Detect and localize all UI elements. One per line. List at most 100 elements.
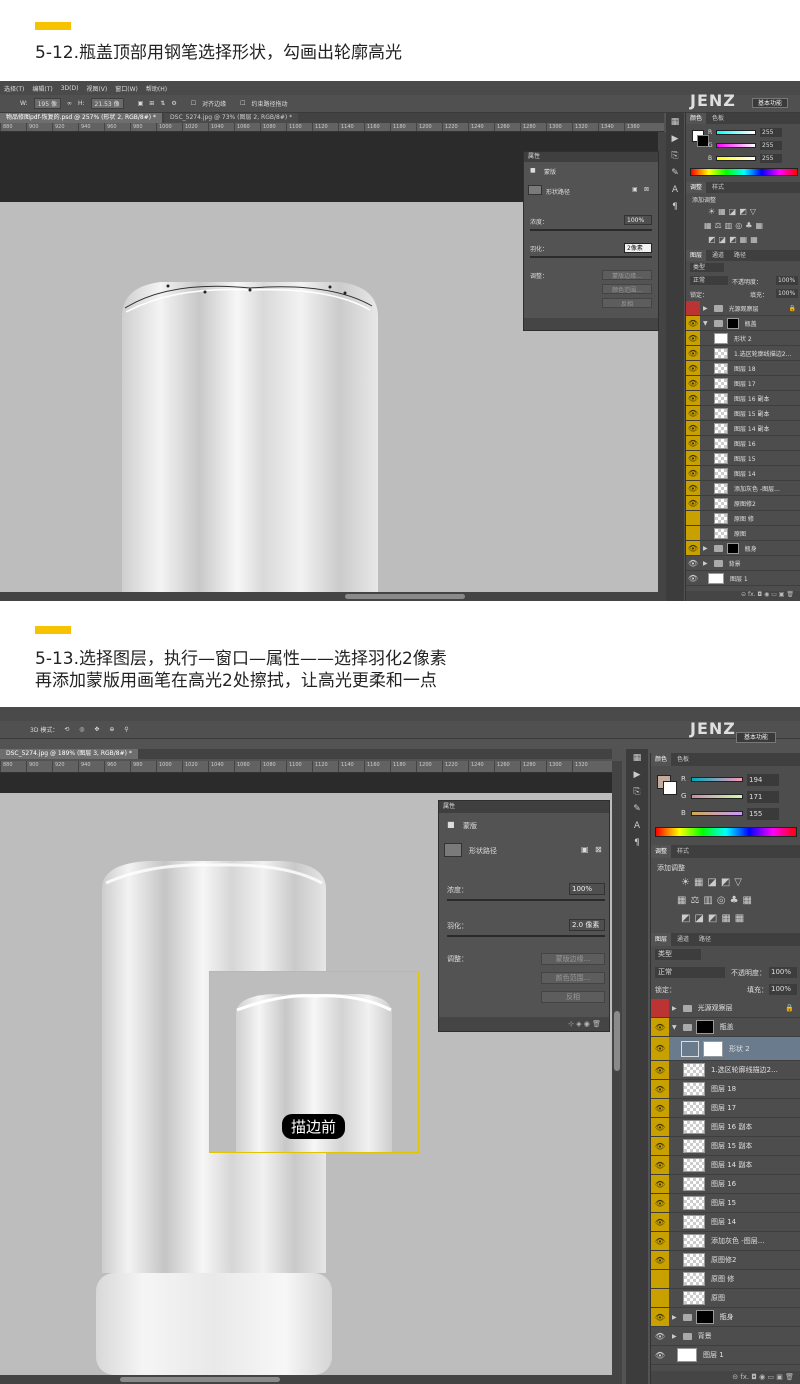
tab-layers[interactable]: 图层	[651, 933, 672, 946]
g-value[interactable]: 255	[760, 141, 782, 150]
eye-icon[interactable]: 👁	[651, 1137, 669, 1155]
b-slider[interactable]	[716, 156, 756, 161]
eye-icon[interactable]: 👁	[686, 406, 700, 420]
blend-mode-select[interactable]: 正常	[655, 967, 725, 978]
adjustment-icons-row-3[interactable]: ◩◪◩▦▦	[681, 913, 748, 924]
layer-row[interactable]: 👁 图层 16 副本	[651, 1118, 800, 1137]
eye-icon[interactable]: 👁	[651, 1213, 669, 1231]
eye-toggle-off[interactable]	[686, 511, 700, 525]
eye-icon[interactable]: 👁	[651, 1346, 669, 1364]
r-value[interactable]: 194	[747, 774, 779, 786]
eye-icon[interactable]: 👁	[686, 331, 700, 345]
align-edges-checkbox[interactable]: ☐	[191, 100, 196, 107]
g-slider[interactable]	[716, 143, 756, 148]
eye-icon[interactable]: 👁	[686, 481, 700, 495]
opacity-field[interactable]: 100%	[776, 276, 798, 285]
tab-channels[interactable]: 通道	[708, 250, 728, 261]
layer-row[interactable]: 👁 ▶ 背景	[651, 1327, 800, 1346]
color-panel-icon[interactable]: ▦	[632, 753, 643, 764]
g-value[interactable]: 171	[747, 791, 779, 803]
layer-row[interactable]: 👁 图层 18	[686, 361, 800, 376]
layer-row[interactable]: 👁 图层 16	[651, 1175, 800, 1194]
workspace-switcher[interactable]: 基本功能	[752, 98, 788, 108]
tab-channels[interactable]: 通道	[673, 933, 693, 946]
density-field[interactable]: 100%	[569, 883, 605, 895]
adjustment-icons-row-2[interactable]: ▦⚖▥◎♣▦	[704, 221, 766, 230]
mask-edge-button[interactable]: 蒙版边缘...	[541, 953, 605, 965]
eye-icon[interactable]: 👁	[686, 451, 700, 465]
vertical-scrollbar[interactable]	[612, 761, 622, 1375]
history-icon[interactable]: ⎘	[632, 787, 643, 798]
menu-item[interactable]: 编辑(T)	[32, 84, 52, 93]
workspace-switcher[interactable]: 基本功能	[736, 732, 776, 743]
invert-button[interactable]: 反相	[541, 991, 605, 1003]
tab-swatches[interactable]: 色板	[673, 753, 693, 766]
apply-mask-icon[interactable]: ⊠	[595, 845, 602, 854]
fill-field[interactable]: 100%	[769, 984, 797, 995]
visibility-toggle[interactable]	[651, 999, 669, 1017]
layer-row[interactable]: 👁 ▼ 瓶盖	[651, 1018, 800, 1037]
horizontal-scrollbar[interactable]	[0, 1375, 622, 1384]
eye-icon[interactable]: 👁	[686, 316, 700, 330]
b-slider[interactable]	[691, 811, 743, 816]
character-icon[interactable]: A	[670, 185, 681, 196]
path-ops-icon[interactable]: ▣	[138, 100, 144, 107]
feather-field[interactable]: 2.0 像素	[569, 919, 605, 931]
layer-row[interactable]: 原图	[651, 1289, 800, 1308]
layer-row[interactable]: 👁 原图修2	[651, 1251, 800, 1270]
document-tab[interactable]: 物品修图pdf-恢复的.psd @ 257% (形状 2, RGB/8#) *	[0, 113, 163, 123]
paragraph-icon[interactable]: ¶	[632, 838, 643, 849]
eye-icon[interactable]: 👁	[651, 1327, 669, 1345]
feather-field[interactable]: 2像素	[624, 243, 652, 253]
constrain-path-checkbox[interactable]: ☐	[240, 100, 245, 107]
eye-toggle-off[interactable]	[651, 1270, 669, 1288]
menu-item[interactable]: 3D(D)	[61, 85, 79, 92]
adjustment-icons-row-3[interactable]: ◩◪◩▦▦	[708, 235, 761, 244]
eye-icon[interactable]: 👁	[651, 1061, 669, 1079]
layer-row[interactable]: 👁 添加灰色 -图层...	[686, 481, 800, 496]
menu-item[interactable]: 选择(T)	[4, 84, 24, 93]
invert-button[interactable]: 反相	[602, 298, 652, 308]
density-slider[interactable]	[530, 229, 652, 231]
path-align-icon[interactable]: ⊞	[149, 100, 154, 107]
tab-adjustments[interactable]: 调整	[651, 845, 672, 858]
select-mask-icon[interactable]: ▣	[632, 186, 638, 193]
link-icon[interactable]: ∞	[67, 100, 72, 107]
layer-row[interactable]: 👁 图层 15 副本	[651, 1137, 800, 1156]
layer-row[interactable]: 👁 图层 16 副本	[686, 391, 800, 406]
tab-styles[interactable]: 样式	[708, 182, 728, 193]
tab-color[interactable]: 颜色	[651, 753, 672, 766]
eye-icon[interactable]: 👁	[651, 1118, 669, 1136]
layer-kind-filter[interactable]: 类型	[690, 263, 724, 272]
play-icon[interactable]: ▶	[632, 770, 643, 781]
eye-icon[interactable]: 👁	[651, 1099, 669, 1117]
color-range-button[interactable]: 颜色范围...	[602, 284, 652, 294]
mask-icon[interactable]: ■	[447, 820, 455, 829]
layer-row[interactable]: 👁 图层 16	[686, 436, 800, 451]
paragraph-icon[interactable]: ¶	[670, 202, 681, 213]
density-field[interactable]: 100%	[624, 215, 652, 225]
density-slider[interactable]	[447, 899, 605, 901]
opacity-field[interactable]: 100%	[769, 967, 797, 978]
feather-slider[interactable]	[530, 256, 652, 258]
layer-row[interactable]: 原图 修	[686, 511, 800, 526]
path-arrange-icon[interactable]: ⇅	[160, 100, 165, 107]
document-tab[interactable]: DSC_5274.jpg @ 73% (图层 2, RGB/8#) *	[164, 113, 299, 123]
play-icon[interactable]: ▶	[670, 134, 681, 145]
adjustment-icons-row-2[interactable]: ▦⚖▥◎♣▦	[677, 895, 756, 906]
tab-color[interactable]: 颜色	[686, 113, 707, 124]
tab-paths[interactable]: 路径	[730, 250, 750, 261]
w-field[interactable]: 195 像	[33, 98, 61, 109]
eye-icon[interactable]: 👁	[651, 1194, 669, 1212]
layer-row[interactable]: 👁 图层 15	[651, 1194, 800, 1213]
mask-icon[interactable]: ■	[530, 167, 536, 174]
eye-icon[interactable]: 👁	[651, 1232, 669, 1250]
menu-item[interactable]: 窗口(W)	[115, 84, 138, 93]
apply-mask-icon[interactable]: ⊠	[644, 186, 649, 193]
b-value[interactable]: 155	[747, 808, 779, 820]
fill-field[interactable]: 100%	[776, 289, 798, 298]
eye-toggle-off[interactable]	[686, 526, 700, 540]
brush-icon[interactable]: ✎	[670, 168, 681, 179]
layer-row[interactable]: 👁 形状 2	[686, 331, 800, 346]
eye-icon[interactable]: 👁	[686, 556, 700, 570]
